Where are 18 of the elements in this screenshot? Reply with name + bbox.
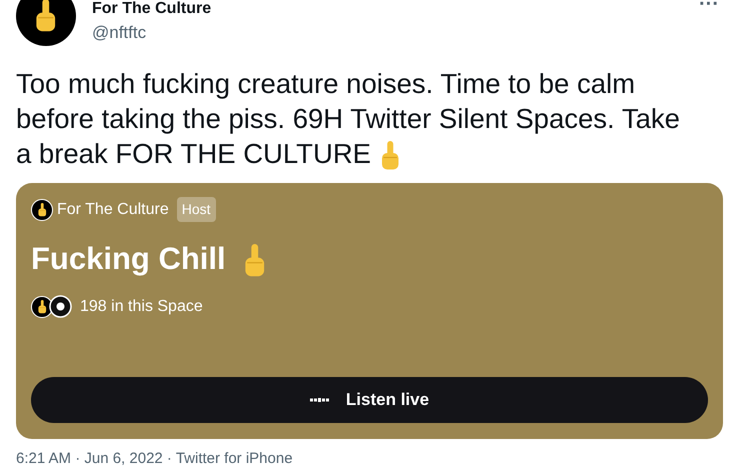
- space-title: Fucking Chill: [31, 240, 226, 278]
- author-name[interactable]: For The Culture: [92, 1, 684, 17]
- host-name: For The Culture: [57, 200, 169, 220]
- tweet-text-line: Too much fucking creature noises. Time to be calm: [16, 67, 636, 101]
- hand-icon: [36, 202, 48, 216]
- host-label: Host: [176, 197, 216, 222]
- tweet-timestamp[interactable]: 6:21 AM · Jun 6, 2022 · Twitter for iPhone: [16, 450, 293, 467]
- author-handle: @nftftc: [92, 22, 148, 44]
- listen-live-button[interactable]: Listen live: [31, 377, 708, 423]
- audio-dots-icon: [310, 398, 330, 402]
- more-icon[interactable]: ···: [699, 0, 719, 58]
- listener-count: 198 in this Space: [80, 296, 203, 316]
- tweet-text-line: a break FOR THE CULTURE: [16, 137, 372, 171]
- hand-icon: [36, 300, 48, 314]
- tweet-text-line: before taking the piss. 69H Twitter Silent Spaces. Take: [16, 102, 680, 136]
- listener-avatar: [49, 295, 72, 318]
- avatar[interactable]: [16, 0, 76, 46]
- space-card[interactable]: For The Culture Host Fucking Chill 198 in this Space Listen live: [16, 183, 723, 439]
